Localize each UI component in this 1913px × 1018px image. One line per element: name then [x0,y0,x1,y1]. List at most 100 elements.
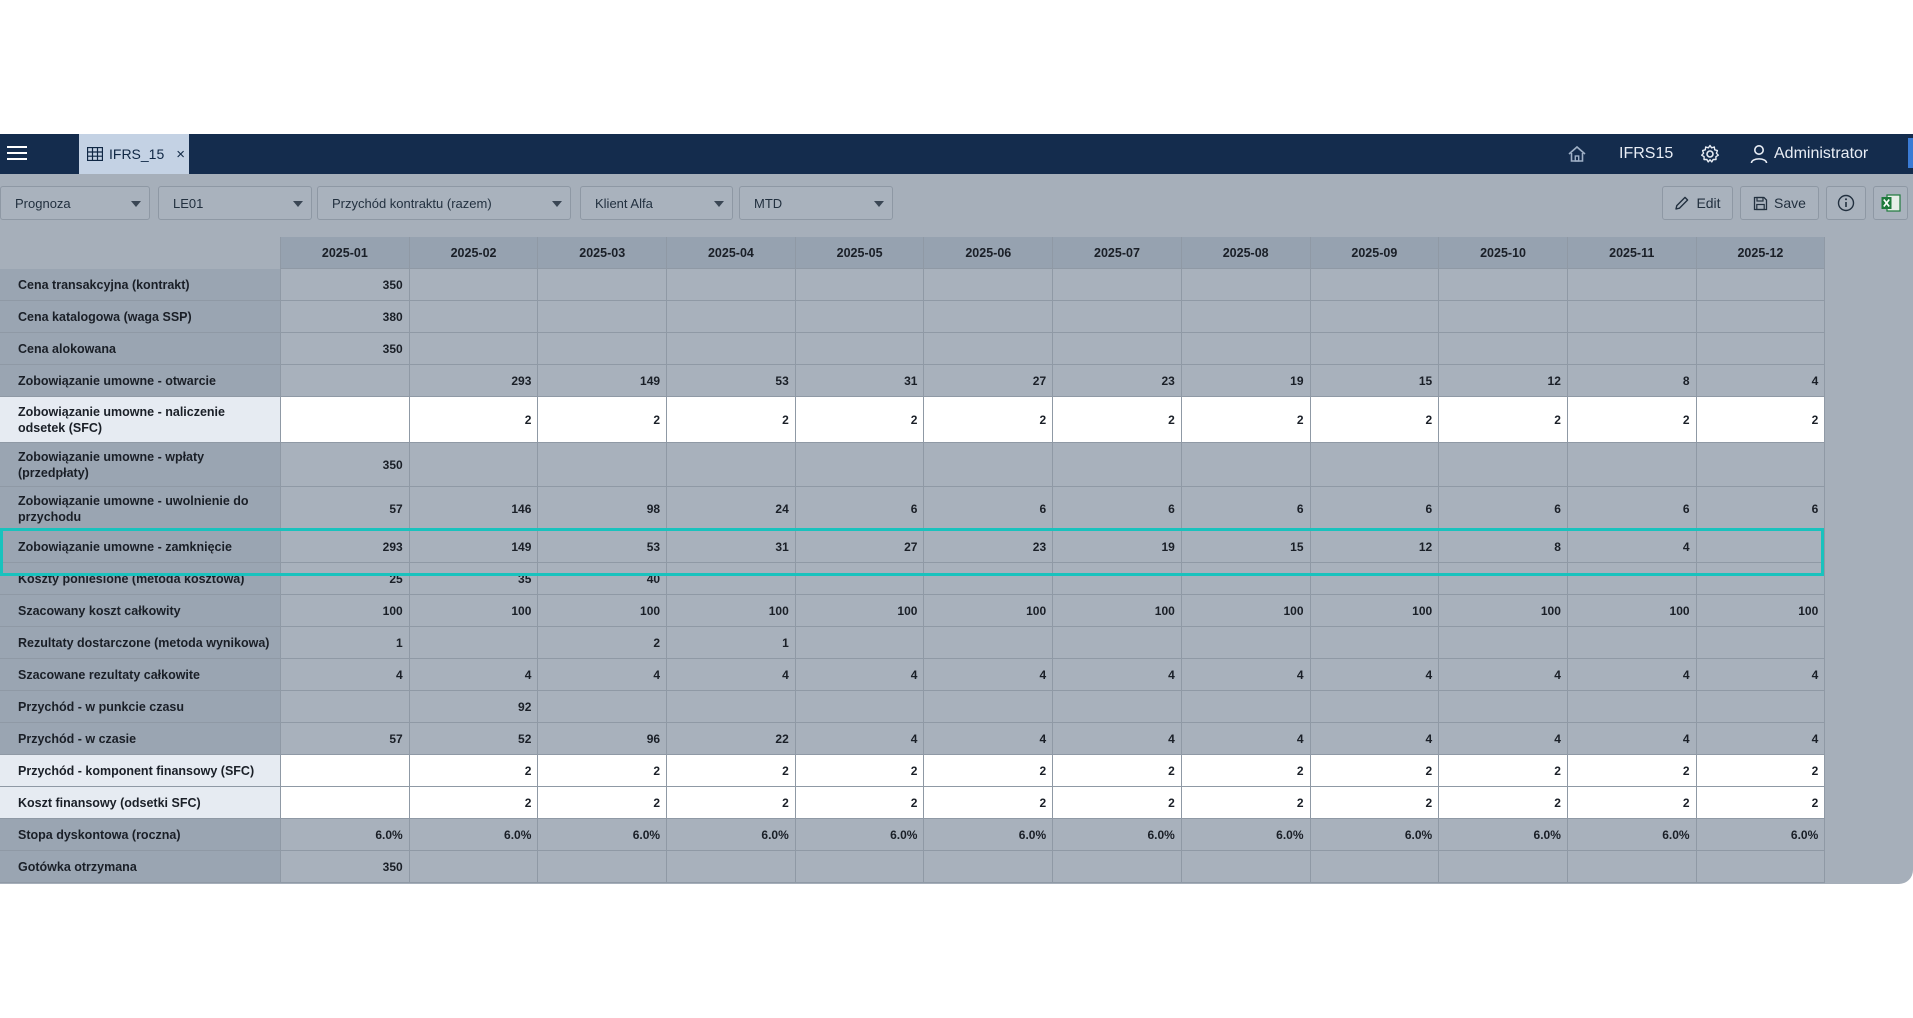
grid-cell[interactable] [924,301,1054,333]
home-icon[interactable] [1567,134,1587,174]
grid-cell[interactable] [924,269,1054,301]
grid-cell[interactable] [1310,443,1440,487]
grid-cell[interactable] [538,851,668,883]
grid-cell[interactable]: 2 [1053,787,1182,819]
entity-select[interactable]: LE01 [158,186,312,220]
grid-cell[interactable]: 2 [667,787,796,819]
grid-cell[interactable]: 2 [1439,755,1568,787]
grid-cell[interactable] [1181,269,1311,301]
grid-cell[interactable] [795,851,925,883]
grid-cell[interactable]: 2 [538,397,668,443]
grid-cell[interactable]: 2 [1310,397,1440,443]
grid-cell[interactable]: 2 [1696,787,1826,819]
grid-cell[interactable]: 380 [281,301,410,333]
grid-cell[interactable]: 6.0% [667,819,796,851]
grid-cell[interactable]: 31 [795,365,925,397]
grid-cell[interactable] [667,301,796,333]
grid-cell[interactable] [795,333,925,365]
grid-cell[interactable]: 12 [1310,531,1440,563]
grid-cell[interactable] [1567,691,1697,723]
grid-cell[interactable]: 2 [1310,787,1440,819]
grid-cell[interactable]: 6 [1439,487,1568,531]
grid-cell[interactable]: 24 [667,487,796,531]
grid-cell[interactable] [795,301,925,333]
grid-cell[interactable]: 4 [1567,723,1697,755]
grid-cell[interactable]: 293 [281,531,410,563]
grid-cell[interactable]: 293 [409,365,539,397]
grid-cell[interactable]: 6 [924,487,1054,531]
grid-cell[interactable]: 6.0% [409,819,539,851]
grid-cell[interactable]: 57 [281,487,410,531]
grid-cell[interactable]: 2 [538,787,668,819]
grid-cell[interactable] [1181,627,1311,659]
grid-cell[interactable]: 4 [1181,723,1311,755]
grid-cell[interactable]: 2 [1053,397,1182,443]
grid-cell[interactable]: 2 [1181,397,1311,443]
grid-cell[interactable]: 4 [1567,659,1697,691]
grid-cell[interactable]: 6.0% [1310,819,1440,851]
grid-cell[interactable]: 100 [409,595,539,627]
scenario-select[interactable]: Prognoza [0,186,150,220]
grid-cell[interactable] [1053,563,1182,595]
grid-cell[interactable] [1310,563,1440,595]
grid-cell[interactable] [795,563,925,595]
grid-cell[interactable] [1181,563,1311,595]
user-menu[interactable]: Administrator [1750,134,1868,174]
grid-cell[interactable]: 4 [1439,723,1568,755]
grid-cell[interactable]: 96 [538,723,668,755]
grid-cell[interactable]: 6 [1053,487,1182,531]
grid-cell[interactable] [538,691,668,723]
grid-cell[interactable]: 92 [409,691,539,723]
grid-cell[interactable] [1053,269,1182,301]
grid-cell[interactable] [1696,443,1826,487]
grid-cell[interactable]: 23 [1053,365,1182,397]
grid-cell[interactable]: 2 [1567,755,1697,787]
grid-cell[interactable]: 4 [538,659,668,691]
grid-cell[interactable]: 2 [924,397,1054,443]
grid-cell[interactable] [409,851,539,883]
grid-cell[interactable]: 52 [409,723,539,755]
grid-cell[interactable]: 15 [1310,365,1440,397]
grid-cell[interactable]: 6.0% [281,819,410,851]
grid-cell[interactable] [1439,269,1568,301]
grid-cell[interactable]: 2 [1053,755,1182,787]
grid-cell[interactable] [795,443,925,487]
grid-cell[interactable]: 23 [924,531,1054,563]
grid-cell[interactable] [924,851,1054,883]
grid-cell[interactable] [667,443,796,487]
grid-cell[interactable] [795,627,925,659]
grid-cell[interactable] [1696,627,1826,659]
grid-cell[interactable]: 2 [924,755,1054,787]
grid-cell[interactable]: 19 [1181,365,1311,397]
grid-cell[interactable]: 27 [924,365,1054,397]
grid-cell[interactable]: 350 [281,851,410,883]
grid-cell[interactable]: 146 [409,487,539,531]
period-select[interactable]: MTD [739,186,893,220]
grid-cell[interactable]: 2 [667,397,796,443]
grid-cell[interactable] [667,563,796,595]
grid-cell[interactable]: 100 [1439,595,1568,627]
grid-cell[interactable]: 350 [281,269,410,301]
grid-cell[interactable]: 2 [409,397,539,443]
grid-cell[interactable]: 2 [1696,397,1826,443]
grid-cell[interactable]: 2 [538,755,668,787]
grid-cell[interactable] [281,755,410,787]
grid-cell[interactable]: 53 [538,531,668,563]
grid-cell[interactable] [1567,851,1697,883]
grid-cell[interactable] [538,443,668,487]
grid-cell[interactable]: 35 [409,563,539,595]
grid-cell[interactable]: 2 [1439,787,1568,819]
grid-cell[interactable]: 100 [795,595,925,627]
grid-cell[interactable]: 2 [1439,397,1568,443]
grid-cell[interactable]: 100 [667,595,796,627]
grid-cell[interactable]: 350 [281,443,410,487]
grid-cell[interactable] [1696,269,1826,301]
grid-cell[interactable] [409,269,539,301]
grid-cell[interactable] [1310,691,1440,723]
grid-cell[interactable]: 40 [538,563,668,595]
grid-cell[interactable] [1567,443,1697,487]
grid-cell[interactable]: 4 [1696,365,1826,397]
grid-cell[interactable]: 6.0% [924,819,1054,851]
grid-cell[interactable] [795,691,925,723]
grid-cell[interactable]: 2 [795,397,925,443]
